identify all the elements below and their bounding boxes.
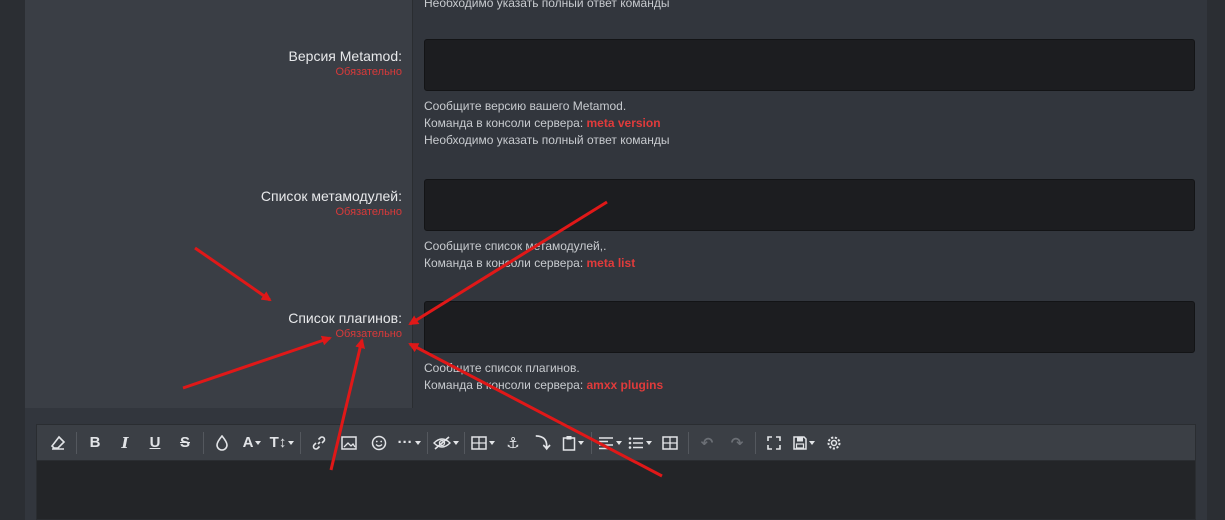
input-column: Необходимо указать полный ответ команды …	[414, 0, 1207, 408]
anchor-icon[interactable]: ⚓	[498, 429, 528, 457]
image-icon[interactable]	[334, 429, 364, 457]
label-column: Версия Metamod: Обязательно Список метам…	[25, 0, 413, 408]
editor-toolbar: B I U S A T↕ ··· ⚓ ⤵ ↶ ↷	[36, 424, 1196, 461]
plugins-list-hint: Сообщите список плагинов. Команда в конс…	[424, 360, 663, 394]
hint-command-line: Команда в консоли сервера: meta list	[424, 255, 635, 272]
hint-command-prefix: Команда в консоли сервера:	[424, 116, 584, 130]
toolbar-separator	[591, 431, 592, 454]
color-drop-icon[interactable]	[207, 429, 237, 457]
hint-command-prefix: Команда в консоли сервера:	[424, 378, 584, 392]
eraser-icon[interactable]	[43, 429, 73, 457]
hint-command: amxx plugins	[586, 378, 664, 392]
bold-icon[interactable]: B	[80, 429, 110, 457]
plugins-list-field[interactable]	[424, 301, 1195, 353]
toolbar-separator	[203, 431, 204, 454]
strikethrough-icon[interactable]: S	[170, 429, 200, 457]
undo-icon[interactable]: ↶	[692, 429, 722, 457]
settings-icon[interactable]	[819, 429, 849, 457]
hint-command-line: Команда в консоли сервера: meta version	[424, 115, 669, 132]
redo-icon[interactable]: ↷	[722, 429, 752, 457]
metamodules-list-field[interactable]	[424, 179, 1195, 231]
hint-command-line: Команда в консоли сервера: amxx plugins	[424, 377, 663, 394]
metamod-version-label: Версия Metamod:	[288, 48, 402, 64]
insert-icon[interactable]: ⤵	[528, 429, 558, 457]
previous-field-hint: Необходимо указать полный ответ команды	[424, 0, 670, 10]
toolbar-separator	[300, 431, 301, 454]
fullscreen-icon[interactable]	[759, 429, 789, 457]
rich-text-editor: B I U S A T↕ ··· ⚓ ⤵ ↶ ↷	[36, 424, 1196, 520]
metamod-version-label-block: Версия Metamod: Обязательно	[42, 47, 402, 79]
toolbar-separator	[427, 431, 428, 454]
plugins-list-label-block: Список плагинов: Обязательно	[42, 309, 402, 341]
smiley-icon[interactable]	[364, 429, 394, 457]
required-marker: Обязательно	[335, 328, 403, 340]
paste-icon[interactable]	[558, 429, 588, 457]
more-icon[interactable]: ···	[394, 429, 424, 457]
link-icon[interactable]	[304, 429, 334, 457]
hint-command: meta version	[586, 116, 661, 130]
editor-text-area[interactable]	[36, 461, 1196, 520]
form-container: Версия Metamod: Обязательно Список метам…	[25, 0, 1207, 520]
hint-text: Сообщите версию вашего Metamod.	[424, 99, 627, 113]
metamod-version-hint: Сообщите версию вашего Metamod. Команда …	[424, 98, 669, 149]
toolbar-separator	[464, 431, 465, 454]
italic-icon[interactable]: I	[110, 429, 140, 457]
required-marker: Обязательно	[335, 66, 403, 78]
list-icon[interactable]	[625, 429, 655, 457]
metamodules-list-hint: Сообщите список метамодулей,. Команда в …	[424, 238, 635, 272]
toolbar-separator	[755, 431, 756, 454]
hint-text: Сообщите список метамодулей,.	[424, 239, 607, 253]
save-draft-icon[interactable]	[789, 429, 819, 457]
toolbar-separator	[688, 431, 689, 454]
grid-icon[interactable]	[655, 429, 685, 457]
toolbar-separator	[76, 431, 77, 454]
hint-command-prefix: Команда в консоли сервера:	[424, 256, 584, 270]
hint-command: meta list	[586, 256, 636, 270]
font-size-icon[interactable]: T↕	[267, 429, 297, 457]
hint-text: Сообщите список плагинов.	[424, 361, 580, 375]
hint-text: Необходимо указать полный ответ команды	[424, 133, 670, 147]
metamod-version-field[interactable]	[424, 39, 1195, 91]
table-icon[interactable]	[468, 429, 498, 457]
underline-icon[interactable]: U	[140, 429, 170, 457]
font-family-icon[interactable]: A	[237, 429, 267, 457]
hide-icon[interactable]	[431, 429, 461, 457]
metamodules-list-label: Список метамодулей:	[260, 188, 402, 204]
align-icon[interactable]	[595, 429, 625, 457]
metamodules-list-label-block: Список метамодулей: Обязательно	[42, 187, 402, 219]
form: Версия Metamod: Обязательно Список метам…	[25, 0, 1207, 408]
required-marker: Обязательно	[335, 206, 403, 218]
plugins-list-label: Список плагинов:	[288, 310, 402, 326]
